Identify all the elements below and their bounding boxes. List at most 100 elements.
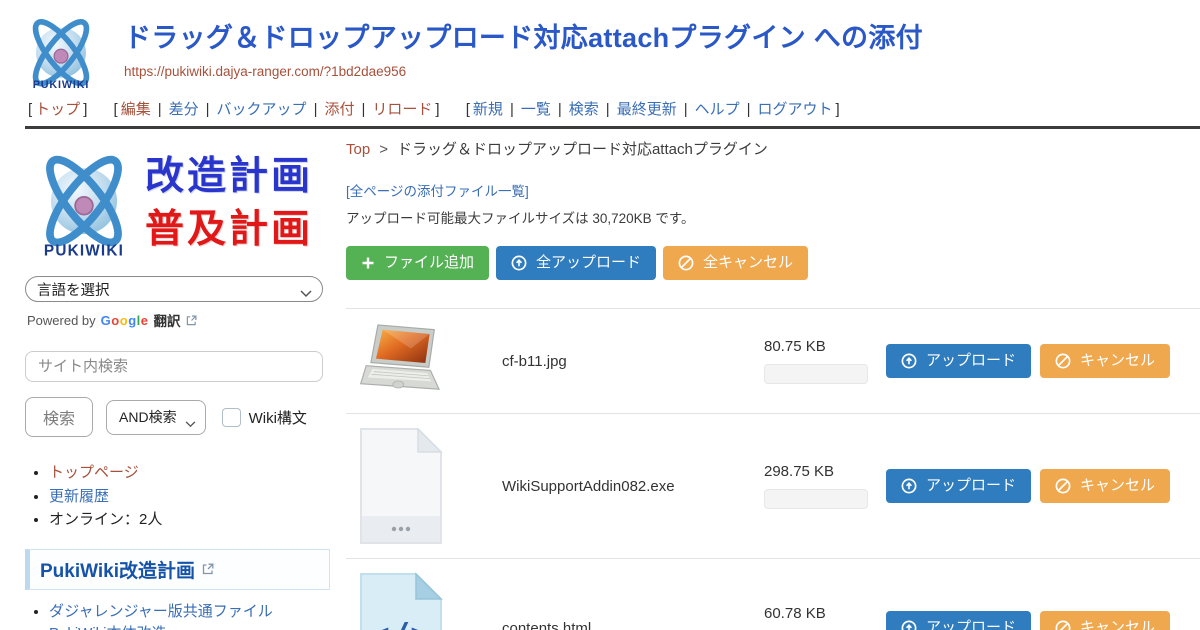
bracket: [: [466, 101, 470, 118]
all-attachments-link[interactable]: [全ページの添付ファイル一覧]: [346, 180, 529, 200]
nav-group-page-actions: [編集|差分|バックアップ|添付|リロード]: [111, 101, 443, 118]
list-item: 更新履歴: [49, 486, 330, 509]
nav-item-search[interactable]: 検索: [569, 101, 599, 118]
cancel-button[interactable]: キャンセル: [1040, 469, 1170, 503]
upload-button[interactable]: アップロード: [886, 344, 1031, 378]
file-name: cf-b11.jpg: [452, 353, 764, 370]
cancel-label: キャンセル: [1080, 477, 1155, 495]
bracket: ]: [435, 101, 439, 118]
sidebar-link-recent-changes[interactable]: 更新履歴: [49, 488, 109, 505]
cancel-label: キャンセル: [1080, 352, 1155, 370]
search-controls: 検索 AND検索 Wiki構文: [25, 397, 330, 437]
file-size: 60.78 KB: [764, 605, 868, 622]
nav-item-diff[interactable]: 差分: [169, 101, 199, 118]
separator: |: [158, 101, 162, 118]
cancel-all-button[interactable]: 全キャンセル: [663, 246, 808, 280]
nav-item-logout[interactable]: ログアウト: [758, 101, 833, 118]
list-item: PukiWiki本体改造: [49, 623, 330, 630]
breadcrumb: Top>ドラッグ＆ドロップアップロード対応attachプラグイン: [346, 138, 1200, 159]
file-size: 80.75 KB: [764, 338, 868, 355]
row-actions: アップロード キャンセル: [868, 344, 1200, 378]
cancel-all-label: 全キャンセル: [703, 254, 793, 272]
sidebar-link-top-page[interactable]: トップページ: [49, 464, 139, 481]
nav-item-recent[interactable]: 最終更新: [617, 101, 677, 118]
laptop-photo-thumbnail-icon: [356, 321, 452, 401]
breadcrumb-separator: >: [379, 141, 388, 158]
nav-item-attach[interactable]: 添付: [324, 101, 354, 118]
slogan-line2: 普及計画: [145, 204, 313, 257]
upload-button[interactable]: アップロード: [886, 469, 1031, 503]
sidebar-section-heading: PukiWiki改造計画: [25, 549, 330, 590]
nav-item-help[interactable]: ヘルプ: [695, 101, 740, 118]
upload-all-button[interactable]: 全アップロード: [496, 246, 656, 280]
search-button[interactable]: 検索: [25, 397, 93, 437]
separator: |: [510, 101, 514, 118]
header-text: ドラッグ＆ドロップアップロード対応attachプラグイン への添付 https:…: [124, 8, 923, 81]
add-files-label: ファイル追加: [384, 254, 474, 272]
svg-text:PUKIWIKI: PUKIWIKI: [44, 242, 124, 259]
list-item: オンライン：2人: [49, 509, 330, 532]
nav-group-top: [トップ]: [25, 101, 90, 118]
main-content: Top>ドラッグ＆ドロップアップロード対応attachプラグイン [全ページの添…: [346, 129, 1200, 630]
table-row: WikiSupportAddin082.exe 298.75 KB アップロード…: [346, 414, 1200, 559]
upload-progress-bar: [764, 364, 868, 384]
circle-arrow-up-icon: [901, 478, 917, 494]
language-select-value: 言語を選択: [37, 279, 110, 300]
row-actions: アップロード キャンセル: [868, 611, 1200, 630]
nav-item-top[interactable]: トップ: [35, 101, 80, 118]
nav-item-edit[interactable]: 編集: [121, 101, 151, 118]
nav-item-reload[interactable]: リロード: [372, 101, 432, 118]
html-file-icon: </>: [356, 571, 452, 630]
google-translate-attribution: Powered by Google 翻訳: [27, 310, 330, 330]
ban-icon: [1055, 353, 1071, 369]
ban-icon: [678, 255, 694, 271]
cancel-label: キャンセル: [1080, 619, 1155, 630]
upload-progress-bar: [764, 489, 868, 509]
external-link-icon: [202, 563, 214, 575]
search-mode-select[interactable]: AND検索: [106, 400, 206, 435]
wiki-syntax-checkbox[interactable]: [222, 408, 241, 427]
sidebar-plugin-links: ダジャレンジャー版共通ファイル PukiWiki本体改造 PukiWikiテキス…: [25, 601, 330, 630]
top-navbar: [トップ] [編集|差分|バックアップ|添付|リロード] [新規|一覧|検索|最…: [0, 90, 1200, 126]
separator: |: [558, 101, 562, 118]
sidebar-link-common-files[interactable]: ダジャレンジャー版共通ファイル: [49, 603, 273, 620]
separator: |: [747, 101, 751, 118]
cancel-button[interactable]: キャンセル: [1040, 611, 1170, 630]
slogan-line1: 改造計画: [145, 151, 313, 204]
nav-item-backup[interactable]: バックアップ: [217, 101, 307, 118]
upload-button[interactable]: アップロード: [886, 611, 1031, 630]
max-upload-size-text: アップロード可能最大ファイルサイズは 30,720KB です。: [346, 207, 1200, 227]
circle-arrow-up-icon: [901, 620, 917, 630]
breadcrumb-top-link[interactable]: Top: [346, 141, 370, 158]
bracket: ]: [836, 101, 840, 118]
search-mode-value: AND検索: [119, 407, 177, 427]
separator: |: [684, 101, 688, 118]
sidebar: PUKIWIKI 改造計画 普及計画 言語を選択 Powered by Goog…: [25, 129, 330, 630]
svg-text:PUKIWIKI: PUKIWIKI: [33, 79, 89, 91]
nav-item-new[interactable]: 新規: [473, 101, 503, 118]
language-select[interactable]: 言語を選択: [25, 276, 323, 302]
sidebar-link-core-mod[interactable]: PukiWiki本体改造: [49, 625, 167, 630]
separator: |: [606, 101, 610, 118]
header: PUKIWIKI ドラッグ＆ドロップアップロード対応attachプラグイン への…: [0, 0, 1200, 90]
translate-link[interactable]: 翻訳: [154, 310, 181, 330]
site-slogan: 改造計画 普及計画: [145, 151, 313, 256]
bracket: [: [28, 101, 32, 118]
pukiwiki-atom-logo-icon[interactable]: PUKIWIKI: [18, 8, 104, 94]
sidebar-quick-links: トップページ 更新履歴 オンライン：2人: [25, 462, 330, 532]
cancel-button[interactable]: キャンセル: [1040, 344, 1170, 378]
sidebar-site-logo[interactable]: PUKIWIKI 改造計画 普及計画: [25, 142, 330, 266]
separator: |: [314, 101, 318, 118]
nav-item-list[interactable]: 一覧: [521, 101, 551, 118]
table-row: cf-b11.jpg 80.75 KB アップロード キャンセル: [346, 309, 1200, 414]
section-heading-link[interactable]: PukiWiki改造計画: [40, 556, 195, 583]
page-url-link[interactable]: https://pukiwiki.dajya-ranger.com/?1bd2d…: [124, 64, 406, 79]
add-files-button[interactable]: ファイル追加: [346, 246, 489, 280]
site-search-input[interactable]: [25, 351, 323, 382]
file-size: 298.75 KB: [764, 463, 868, 480]
wiki-syntax-label: Wiki構文: [249, 407, 307, 428]
google-logo-text: Google: [101, 313, 149, 328]
file-size-cell: 80.75 KB: [764, 338, 868, 384]
pukiwiki-attach-page: PUKIWIKI ドラッグ＆ドロップアップロード対応attachプラグイン への…: [0, 0, 1200, 630]
file-name: WikiSupportAddin082.exe: [452, 478, 764, 495]
